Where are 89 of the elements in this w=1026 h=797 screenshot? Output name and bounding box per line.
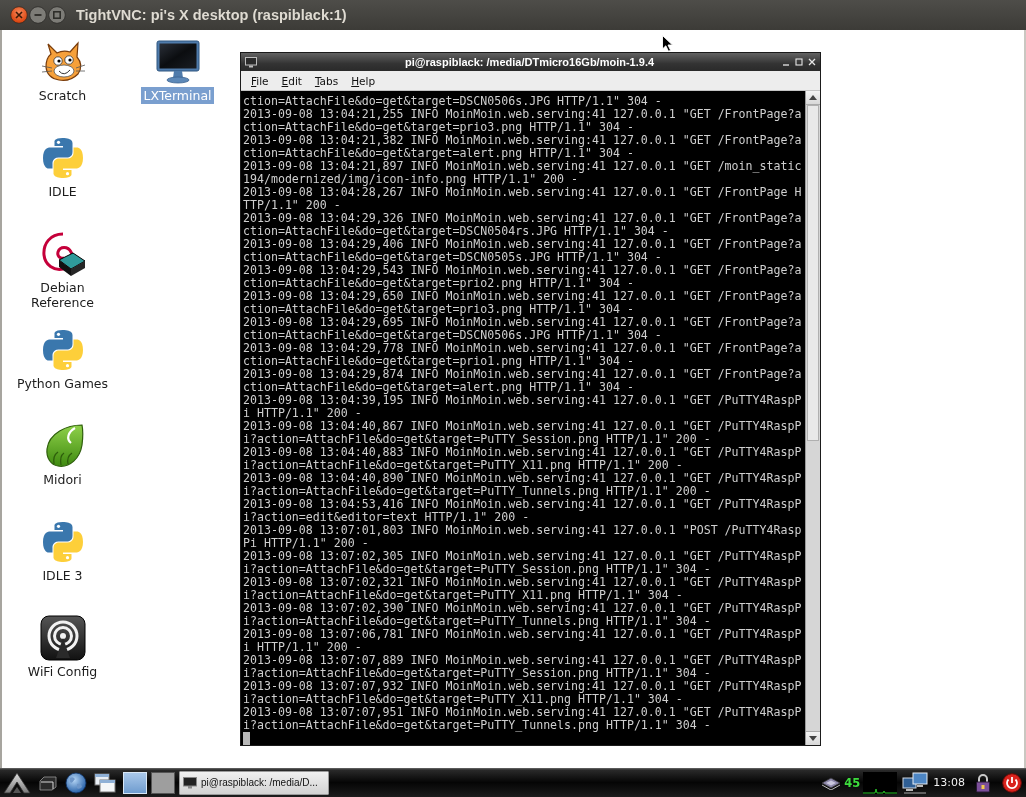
terminal-line: i?action=AttachFile&do=get&target=PuTTY_X11.png HTTP/1.1" 304 -	[243, 693, 683, 706]
terminal-line: i?action=edit&editor=text HTTP/1.1" 200 -	[243, 511, 530, 524]
terminal-line: ction=AttachFile&do=get&target=DSCN0506s.JPG HTTP/1.1" 304 -	[243, 329, 662, 342]
menu-item[interactable]: Tabs	[314, 74, 339, 87]
drawer-icon[interactable]	[39, 774, 57, 791]
terminal-line: 2013-09-08 13:04:40,883 INFO MoinMoin.web.serving:41 127.0.0.1 "GET /PuTTY4RaspP	[243, 446, 802, 459]
terminal-line: 2013-09-08 13:04:29,406 INFO MoinMoin.web.serving:41 127.0.0.1 "GET /FrontPage?a	[243, 238, 802, 251]
terminal-line: 2013-09-08 13:07:02,321 INFO MoinMoin.web.serving:41 127.0.0.1 "GET /PuTTY4RaspP	[243, 576, 802, 589]
network-icon[interactable]	[902, 771, 929, 794]
terminal-line: 2013-09-08 13:04:53,416 INFO MoinMoin.web.serving:41 127.0.0.1 "GET /PuTTY4RaspP	[243, 498, 802, 511]
terminal-line: ction=AttachFile&do=get&target=DSCN0506s.JPG HTTP/1.1" 304 -	[243, 95, 662, 108]
terminal-line: i?action=AttachFile&do=get&target=PuTTY_Session.png HTTP/1.1" 200 -	[243, 433, 711, 446]
terminal-line: i?action=AttachFile&do=get&target=PuTTY_Session.png HTTP/1.1" 304 -	[243, 563, 711, 576]
terminal-line: i HTTP/1.1" 200 -	[243, 407, 362, 420]
terminal-line: ction=AttachFile&do=get&target=DSCN0504rs.JPG HTTP/1.1" 304 -	[243, 225, 669, 238]
temperature-reading: 45	[844, 775, 861, 790]
terminal-line: 2013-09-08 13:04:29,543 INFO MoinMoin.web.serving:41 127.0.0.1 "GET /FrontPage?a	[243, 264, 802, 277]
terminal-line: 2013-09-08 13:07:02,390 INFO MoinMoin.web.serving:41 127.0.0.1 "GET /PuTTY4RaspP	[243, 602, 802, 615]
globe-icon[interactable]	[65, 771, 87, 794]
terminal-line: ction=AttachFile&do=get&target=prio3.png HTTP/1.1" 304 -	[243, 121, 634, 134]
terminal-line: 2013-09-08 13:04:40,867 INFO MoinMoin.web.serving:41 127.0.0.1 "GET /PuTTY4RaspP	[243, 420, 802, 433]
terminal-line: 2013-09-08 13:04:29,778 INFO MoinMoin.web.serving:41 127.0.0.1 "GET /FrontPage?a	[243, 342, 802, 355]
menu-item[interactable]: File	[251, 74, 269, 87]
power-icon[interactable]	[1002, 772, 1022, 793]
monitor-icon[interactable]	[153, 38, 202, 86]
taskbar-button[interactable]: pi@raspiblack: /media/D...	[179, 770, 329, 795]
mouse-pointer-icon	[662, 35, 673, 52]
terminal-line: i?action=AttachFile&do=get&target=PuTTY_Tunnels.png HTTP/1.1" 200 -	[243, 485, 711, 498]
terminal-line: 2013-09-08 13:04:21,255 INFO MoinMoin.web.serving:41 127.0.0.1 "GET /FrontPage?a	[243, 108, 802, 121]
terminal-line: 194/modernized/img/icon-info.png HTTP/1.1" 200 -	[243, 173, 579, 186]
monitor-icon	[183, 776, 197, 789]
terminal-line: i?action=AttachFile&do=get&target=PuTTY_Tunnels.png HTTP/1.1" 304 -	[243, 719, 711, 732]
desktop-icon-label[interactable]: Scratch	[36, 87, 89, 104]
terminal-line: ction=AttachFile&do=get&target=prio2.png HTTP/1.1" 304 -	[243, 277, 634, 290]
terminal-line: i?action=AttachFile&do=get&target=PuTTY_Tunnels.png HTTP/1.1" 304 -	[243, 615, 711, 628]
desktop-icon-label[interactable]: Midori	[41, 471, 84, 488]
terminal-line: ction=AttachFile&do=get&target=alert.png HTTP/1.1" 304 -	[243, 381, 634, 394]
terminal-line: 2013-09-08 13:07:07,951 INFO MoinMoin.web.serving:41 127.0.0.1 "GET /PuTTY4RaspP	[243, 706, 802, 719]
terminal-line: 2013-09-08 13:04:29,650 INFO MoinMoin.web.serving:41 127.0.0.1 "GET /FrontPage?a	[243, 290, 802, 303]
terminal-line: 2013-09-08 13:04:21,897 INFO MoinMoin.web.serving:41 127.0.0.1 "GET /moin_static	[243, 160, 802, 173]
desktop-icon-label[interactable]: Debian Reference	[10, 279, 115, 311]
close-icon[interactable]	[10, 6, 28, 24]
scrollbar-thumb[interactable]	[807, 105, 819, 441]
scroll-up-button[interactable]	[806, 91, 820, 105]
terminal-line: ction=AttachFile&do=get&target=alert.png HTTP/1.1" 304 -	[243, 147, 634, 160]
down-arrow-icon	[809, 736, 817, 741]
terminal-line: i HTTP/1.1" 200 -	[243, 641, 362, 654]
terminal-line: 2013-09-08 13:07:07,889 INFO MoinMoin.web.serving:41 127.0.0.1 "GET /PuTTY4RaspP	[243, 654, 802, 667]
maximize-icon[interactable]	[48, 6, 66, 24]
desktop-icon-label[interactable]: WiFi Config	[25, 663, 100, 680]
desktop-icon-label[interactable]: IDLE 3	[40, 567, 85, 584]
terminal-line: 2013-09-08 13:04:39,195 INFO MoinMoin.web.serving:41 127.0.0.1 "GET /PuTTY4RaspP	[243, 394, 802, 407]
minimize-icon[interactable]	[29, 6, 47, 24]
terminal-line: Pi HTTP/1.1" 200 -	[243, 537, 369, 550]
menu-item[interactable]: Help	[351, 74, 376, 87]
terminal-line: 2013-09-08 13:04:29,326 INFO MoinMoin.web.serving:41 127.0.0.1 "GET /FrontPage?a	[243, 212, 802, 225]
terminal-line: ction=AttachFile&do=get&target=prio3.png HTTP/1.1" 304 -	[243, 303, 634, 316]
scroll-down-button[interactable]	[806, 731, 820, 745]
terminal-line: i?action=AttachFile&do=get&target=PuTTY_X11.png HTTP/1.1" 304 -	[243, 589, 683, 602]
text-cursor	[243, 732, 250, 745]
stacked-windows-icon[interactable]	[94, 772, 116, 793]
menu-item[interactable]: Edit	[281, 74, 302, 87]
wifi-icon[interactable]	[38, 614, 87, 662]
terminal-line: 2013-09-08 13:04:29,874 INFO MoinMoin.web.serving:41 127.0.0.1 "GET /FrontPage?a	[243, 368, 802, 381]
terminal-line: i?action=AttachFile&do=get&target=PuTTY_Session.png HTTP/1.1" 304 -	[243, 667, 711, 680]
terminal-line: 2013-09-08 13:04:28,267 INFO MoinMoin.web.serving:41 127.0.0.1 "GET /FrontPage H	[243, 186, 802, 199]
usage-graph	[863, 771, 898, 794]
lock-icon[interactable]	[975, 772, 991, 793]
terminal-line: 2013-09-08 13:04:40,890 INFO MoinMoin.web.serving:41 127.0.0.1 "GET /PuTTY4RaspP	[243, 472, 802, 485]
clock[interactable]: 13:08	[933, 776, 965, 789]
terminal-line: 2013-09-08 13:07:07,932 INFO MoinMoin.web.serving:41 127.0.0.1 "GET /PuTTY4RaspP	[243, 680, 802, 693]
desktop-icon-label[interactable]: IDLE	[46, 183, 79, 200]
window-title: TightVNC: pi's X desktop (raspiblack:1)	[76, 7, 347, 23]
terminal-line: 2013-09-08 13:07:01,803 INFO MoinMoin.web.serving:41 127.0.0.1 "POST /PuTTY4Rasp	[243, 524, 802, 537]
terminal-line: ction=AttachFile&do=get&target=prio1.png HTTP/1.1" 304 -	[243, 355, 634, 368]
up-arrow-icon	[809, 95, 817, 100]
terminal-line: TTP/1.1" 200 -	[243, 199, 341, 212]
terminal-line: 2013-09-08 13:07:06,781 INFO MoinMoin.web.serving:41 127.0.0.1 "GET /PuTTY4RaspP	[243, 628, 802, 641]
workspace-button[interactable]	[151, 771, 175, 794]
terminal-line: i?action=AttachFile&do=get&target=PuTTY_X11.png HTTP/1.1" 200 -	[243, 459, 683, 472]
terminal-line: 2013-09-08 13:07:02,305 INFO MoinMoin.web.serving:41 127.0.0.1 "GET /PuTTY4RaspP	[243, 550, 802, 563]
terminal-line: 2013-09-08 13:04:21,382 INFO MoinMoin.web.serving:41 127.0.0.1 "GET /FrontPage?a	[243, 134, 802, 147]
monitor-icon	[245, 56, 257, 68]
desktop-icon-label[interactable]: Python Games	[15, 375, 110, 392]
terminal-title: pi@raspiblack: /media/DTmicro16Gb/moin-1.9.4	[403, 56, 656, 68]
start-menu-icon[interactable]	[3, 771, 31, 794]
terminal-line: 2013-09-08 13:04:29,695 INFO MoinMoin.web.serving:41 127.0.0.1 "GET /FrontPage?a	[243, 316, 802, 329]
layers-icon[interactable]	[821, 775, 842, 790]
terminal-line: ction=AttachFile&do=get&target=DSCN0505s.JPG HTTP/1.1" 304 -	[243, 251, 662, 264]
